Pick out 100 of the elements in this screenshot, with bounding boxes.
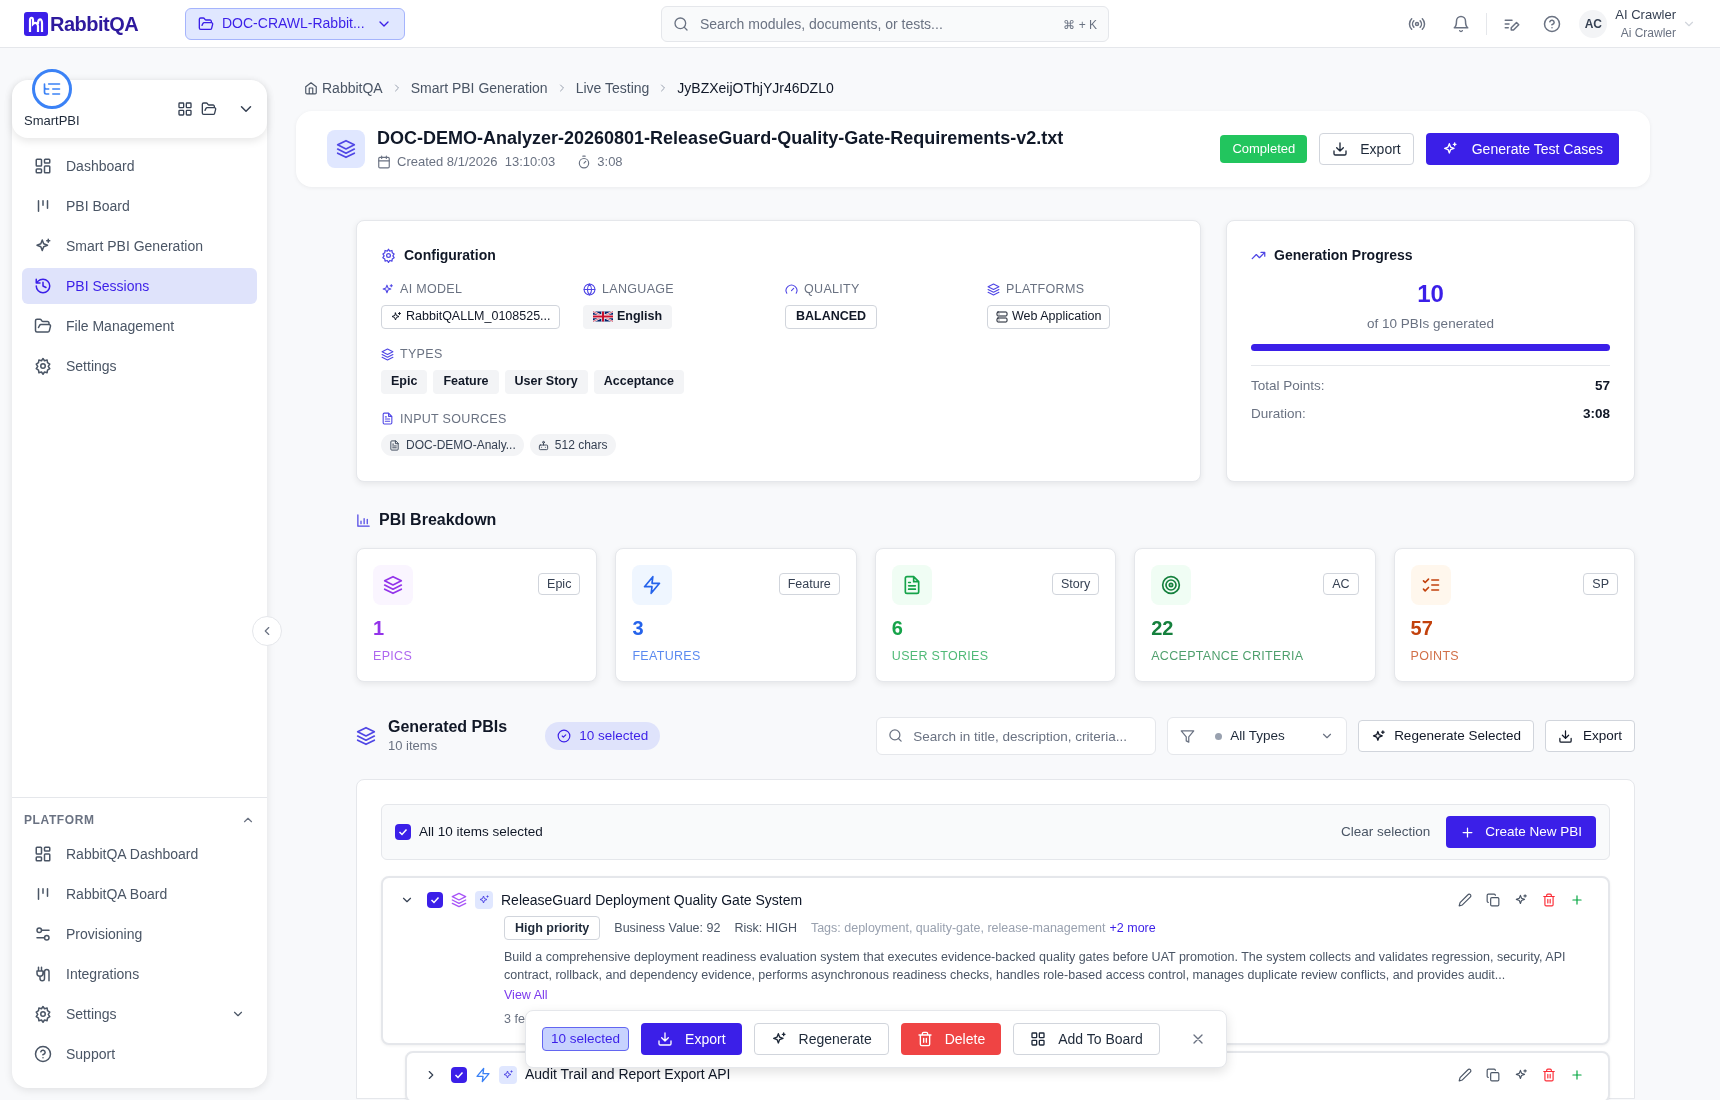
sidebar-item[interactable]: RabbitQA Board	[22, 876, 257, 912]
plug-icon	[34, 965, 52, 983]
plus-icon	[1570, 893, 1584, 907]
sidebar-item[interactable]: PBI Sessions	[22, 268, 257, 304]
checkbox[interactable]	[395, 824, 411, 840]
breakdown-count: 1	[373, 616, 386, 641]
type-filter-dropdown[interactable]: All Types	[1167, 717, 1348, 755]
user-avatar[interactable]: AC	[1579, 9, 1608, 38]
breadcrumb-link[interactable]: RabbitQA	[304, 77, 383, 99]
plus-icon	[1570, 1067, 1584, 1082]
bulk-regenerate-button[interactable]: Regenerate	[753, 1023, 889, 1055]
quality-chip: BALANCED	[785, 304, 878, 329]
breakdown-label: ACCEPTANCE CRITERIA	[1151, 648, 1305, 665]
sparkles-icon	[381, 282, 394, 296]
card-title: Generation Progress	[1274, 246, 1413, 265]
sidebar-item[interactable]: PBI Board	[22, 188, 257, 224]
pencil-icon	[1458, 1067, 1472, 1082]
view-all-link[interactable]: View All	[504, 986, 548, 1004]
logo-mark-icon	[24, 11, 48, 36]
sparkles-icon	[1371, 728, 1387, 744]
section-title: Generated PBIs	[388, 717, 508, 737]
module-name: SmartPBI	[24, 112, 80, 131]
field-label: INPUT SOURCES	[400, 410, 507, 428]
target-icon	[1161, 575, 1182, 595]
sidebar-item[interactable]: Settings	[22, 348, 257, 384]
ai-generated-icon	[475, 891, 493, 909]
export-button[interactable]: Export	[1319, 133, 1414, 165]
business-value: Business Value: 92	[614, 919, 721, 937]
calendar-icon	[377, 155, 391, 169]
breakdown-count: 6	[891, 616, 904, 641]
sparkles-icon	[1514, 1067, 1528, 1082]
layers-icon	[451, 892, 467, 908]
sidebar-item[interactable]: RabbitQA Dashboard	[22, 836, 257, 872]
field-label: LANGUAGE	[602, 281, 674, 298]
breakdown-label: USER STORIES	[891, 648, 990, 665]
grid-icon	[1030, 1031, 1047, 1047]
sidebar-item[interactable]: File Management	[22, 308, 257, 344]
sidebar-item[interactable]: Smart PBI Generation	[22, 228, 257, 264]
layers-icon	[987, 282, 1000, 296]
sidebar-item[interactable]: Support	[22, 1036, 257, 1072]
breadcrumb-link[interactable]: Smart PBI Generation	[410, 77, 548, 99]
bulk-delete-button[interactable]: Delete	[900, 1023, 1002, 1055]
pbi-search-field[interactable]: Search in title, description, criteria...	[876, 717, 1157, 755]
clear-selection-button[interactable]: Clear selection	[1332, 817, 1439, 847]
breakdown-count: 22	[1151, 616, 1175, 641]
dashboard-icon	[34, 157, 52, 175]
home-icon	[304, 81, 318, 95]
platform-chip: Web Application	[987, 304, 1111, 329]
bulk-board-button[interactable]: Add To Board	[1013, 1023, 1160, 1055]
sidebar-item[interactable]: Integrations	[22, 956, 257, 992]
selection-text: All 10 items selected	[419, 822, 543, 841]
pencil-icon	[1458, 893, 1472, 907]
field-label: TYPES	[400, 345, 443, 363]
generate-test-cases-button[interactable]: Generate Test Cases	[1425, 133, 1619, 165]
regenerate-selected-button[interactable]: Regenerate Selected	[1358, 720, 1534, 752]
copy-icon	[1486, 1067, 1500, 1082]
user-name: AI Crawler	[1615, 5, 1676, 24]
file-icon	[381, 412, 394, 426]
pbi-footer-text: 3 fe	[504, 1011, 525, 1028]
checkbox[interactable]	[427, 892, 443, 908]
checkbox[interactable]	[451, 1066, 467, 1083]
sidebar-item[interactable]: Dashboard	[22, 148, 257, 184]
platform-section-toggle[interactable]: PLATFORM	[22, 806, 257, 834]
create-pbi-button[interactable]: Create New PBI	[1446, 816, 1596, 848]
settings-icon	[34, 357, 52, 375]
risk-level: Risk: HIGH	[734, 919, 797, 937]
model-chip: RabbitQALLM_0108525...	[381, 304, 560, 329]
search-icon	[888, 728, 904, 743]
bulk-export-button[interactable]: Export	[641, 1023, 742, 1055]
sidebar-item[interactable]: Settings	[22, 996, 257, 1032]
more-tags-link[interactable]: +2 more	[1109, 918, 1156, 938]
pbi-description: Build a comprehensive deployment readiness evaluation system that executes evidence-backed quality gates before UAT promotion. The system collects and validates regression, security, API contract, rollback, and dependency evidence, performs asynchronous readiness checks, handles role-based access control, manages duplicate review conflicts, and provides audit...	[504, 949, 1567, 984]
type-tag: Feature	[778, 573, 840, 595]
sparkles-icon	[390, 310, 402, 323]
sidebar-item[interactable]: Provisioning	[22, 916, 257, 952]
file-icon	[389, 439, 400, 451]
sparkles-icon	[770, 1031, 787, 1047]
folder-icon	[34, 317, 52, 335]
logo-text: RabbitQA	[50, 11, 139, 37]
breadcrumb-link[interactable]: JyBZXeijOThjYJr46DZL0	[677, 77, 834, 99]
filter-icon	[1180, 728, 1196, 744]
type-tag: SP	[1583, 573, 1618, 595]
breadcrumb-link[interactable]: Live Testing	[575, 77, 650, 99]
pbi-title: ReleaseGuard Deployment Quality Gate System	[501, 890, 803, 910]
server-icon	[996, 310, 1008, 323]
export-button[interactable]: Export	[1544, 720, 1635, 752]
section-title: PBI Breakdown	[379, 510, 497, 530]
layers-icon	[356, 726, 376, 746]
layers-icon	[383, 575, 403, 595]
type-chip: Feature	[433, 369, 499, 394]
sliders-icon	[34, 925, 52, 943]
folder-icon	[198, 15, 214, 32]
download-icon	[657, 1031, 674, 1047]
breakdown-label: EPICS	[373, 648, 414, 665]
sparkles-icon	[1441, 141, 1458, 157]
lightning-icon	[475, 1066, 491, 1083]
type-tag: Story	[1052, 573, 1100, 595]
bell-icon	[1452, 14, 1471, 33]
dashboard-icon	[34, 845, 52, 863]
project-selector[interactable]: DOC-CRAWL-Rabbit...	[185, 7, 405, 40]
